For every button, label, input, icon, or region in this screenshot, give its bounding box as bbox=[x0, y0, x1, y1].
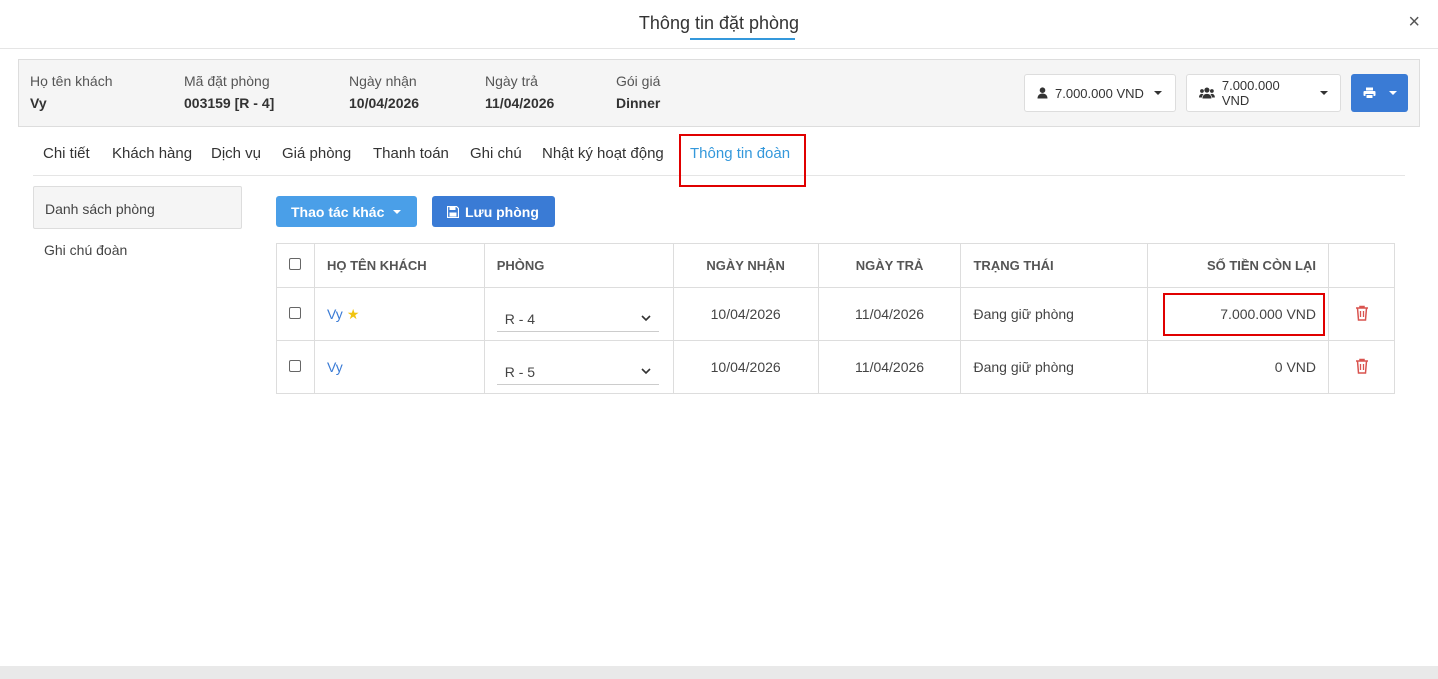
col-header-checkin: NGÀY NHẬN bbox=[672, 243, 819, 288]
col-header-actions bbox=[1328, 243, 1395, 288]
trash-icon[interactable] bbox=[1355, 305, 1369, 324]
chevron-down-icon bbox=[1388, 91, 1397, 95]
print-button[interactable] bbox=[1351, 74, 1408, 112]
tab-services[interactable]: Dịch vụ bbox=[211, 145, 261, 162]
active-tab-indicator bbox=[690, 38, 795, 40]
col-header-checkout: NGÀY TRẢ bbox=[817, 243, 962, 288]
info-label: Gói giá bbox=[616, 73, 661, 89]
row-checkbox[interactable] bbox=[289, 307, 302, 319]
close-button[interactable]: × bbox=[1408, 11, 1420, 33]
modal-title: Thông tin đặt phòng bbox=[638, 13, 800, 33]
guest-name-link[interactable]: Vy bbox=[327, 359, 343, 375]
guest-balance-label: 7.000.000 VND bbox=[1055, 85, 1144, 101]
highlight-box bbox=[1163, 293, 1325, 336]
col-header-guest: HỌ TÊN KHÁCH bbox=[313, 243, 485, 288]
table-header-row: HỌ TÊN KHÁCH PHÒNG NGÀY NHẬN NGÀY TRẢ TR… bbox=[276, 243, 1395, 288]
select-all-checkbox[interactable] bbox=[289, 258, 302, 270]
guest-cell: Vy bbox=[313, 340, 485, 394]
booking-summary-bar: Họ tên khách Vy Mã đặt phòng 003159 [R -… bbox=[18, 59, 1420, 127]
col-header-status: TRẠNG THÁI bbox=[960, 243, 1149, 288]
info-label: Mã đặt phòng bbox=[184, 73, 270, 89]
chevron-down-icon bbox=[1153, 91, 1162, 95]
save-icon bbox=[447, 205, 459, 218]
info-label: Ngày nhận bbox=[349, 73, 417, 89]
more-actions-button[interactable]: Thao tác khác bbox=[276, 196, 417, 227]
group-balance-label: 7.000.000 VND bbox=[1221, 78, 1280, 108]
trash-icon[interactable] bbox=[1355, 358, 1369, 377]
info-value: Dinner bbox=[616, 95, 661, 111]
booking-code-field: Mã đặt phòng 003159 [R - 4] bbox=[184, 73, 274, 111]
save-rooms-button[interactable]: Lưu phòng bbox=[432, 196, 555, 227]
guest-cell: Vy ★ bbox=[313, 287, 485, 341]
col-header-balance: SỐ TIỀN CÒN LẠI bbox=[1147, 243, 1329, 288]
delete-cell bbox=[1328, 340, 1395, 394]
tab-payment[interactable]: Thanh toán bbox=[373, 145, 449, 162]
more-actions-label: Thao tác khác bbox=[291, 203, 385, 220]
rate-plan-field: Gói giá Dinner bbox=[616, 73, 660, 111]
room-select-value: R - 5 bbox=[504, 363, 536, 380]
checkout-cell: 11/04/2026 bbox=[817, 287, 962, 341]
row-select-cell bbox=[276, 287, 315, 341]
room-select-value: R - 4 bbox=[504, 310, 536, 327]
info-label: Họ tên khách bbox=[30, 73, 113, 89]
checkin-date-field: Ngày nhận 10/04/2026 bbox=[349, 73, 419, 111]
guest-balance-button[interactable]: 7.000.000 VND bbox=[1024, 74, 1176, 112]
col-header-room: PHÒNG bbox=[483, 243, 674, 288]
guest-name-field: Họ tên khách Vy bbox=[30, 73, 113, 111]
table-row: Vy R - 5 10/04/2026 11/04/2026 Đang giữ … bbox=[276, 340, 1395, 394]
print-icon bbox=[1363, 87, 1375, 99]
room-cell: R - 5 bbox=[483, 340, 674, 394]
sidebar-item-room-list[interactable]: Danh sách phòng bbox=[33, 186, 242, 229]
info-label: Ngày trả bbox=[485, 73, 538, 89]
horizontal-scrollbar[interactable] bbox=[0, 666, 1438, 679]
tab-details[interactable]: Chi tiết bbox=[43, 145, 90, 162]
chevron-down-icon bbox=[641, 315, 651, 322]
sidebar-item-group-notes[interactable]: Ghi chú đoàn bbox=[33, 229, 242, 272]
chevron-down-icon bbox=[1320, 91, 1328, 95]
room-select[interactable]: R - 5 bbox=[496, 359, 659, 385]
chevron-down-icon bbox=[641, 368, 651, 375]
modal-header: Thông tin đặt phòng × bbox=[0, 0, 1438, 49]
info-value: 11/04/2026 bbox=[485, 95, 555, 111]
select-all-cell bbox=[276, 243, 315, 288]
guest-name-link[interactable]: Vy bbox=[327, 306, 343, 322]
info-value: Vy bbox=[30, 95, 47, 111]
row-select-cell bbox=[276, 340, 315, 394]
info-value: 10/04/2026 bbox=[349, 95, 420, 111]
checkout-cell: 11/04/2026 bbox=[817, 340, 962, 394]
balance-cell: 0 VND bbox=[1147, 340, 1329, 394]
user-icon bbox=[1037, 87, 1048, 99]
save-rooms-label: Lưu phòng bbox=[465, 203, 539, 220]
delete-cell bbox=[1328, 287, 1395, 341]
checkout-date-field: Ngày trả 11/04/2026 bbox=[485, 73, 554, 111]
tab-activity-log[interactable]: Nhật ký hoạt động bbox=[542, 145, 664, 162]
status-cell: Đang giữ phòng bbox=[960, 287, 1149, 341]
row-checkbox[interactable] bbox=[289, 360, 302, 372]
chevron-down-icon bbox=[393, 209, 402, 214]
highlight-box bbox=[679, 134, 806, 187]
checkin-cell: 10/04/2026 bbox=[672, 340, 819, 394]
room-cell: R - 4 bbox=[483, 287, 674, 341]
group-balance-button[interactable]: 7.000.000 VND bbox=[1186, 74, 1341, 112]
checkin-cell: 10/04/2026 bbox=[672, 287, 819, 341]
info-value: 003159 [R - 4] bbox=[184, 95, 275, 111]
tab-notes[interactable]: Ghi chú bbox=[470, 145, 522, 162]
star-icon: ★ bbox=[346, 305, 360, 322]
room-select[interactable]: R - 4 bbox=[496, 306, 659, 332]
tab-customers[interactable]: Khách hàng bbox=[112, 145, 192, 162]
tab-room-rates[interactable]: Giá phòng bbox=[282, 145, 351, 162]
status-cell: Đang giữ phòng bbox=[960, 340, 1149, 394]
users-icon bbox=[1199, 87, 1215, 99]
